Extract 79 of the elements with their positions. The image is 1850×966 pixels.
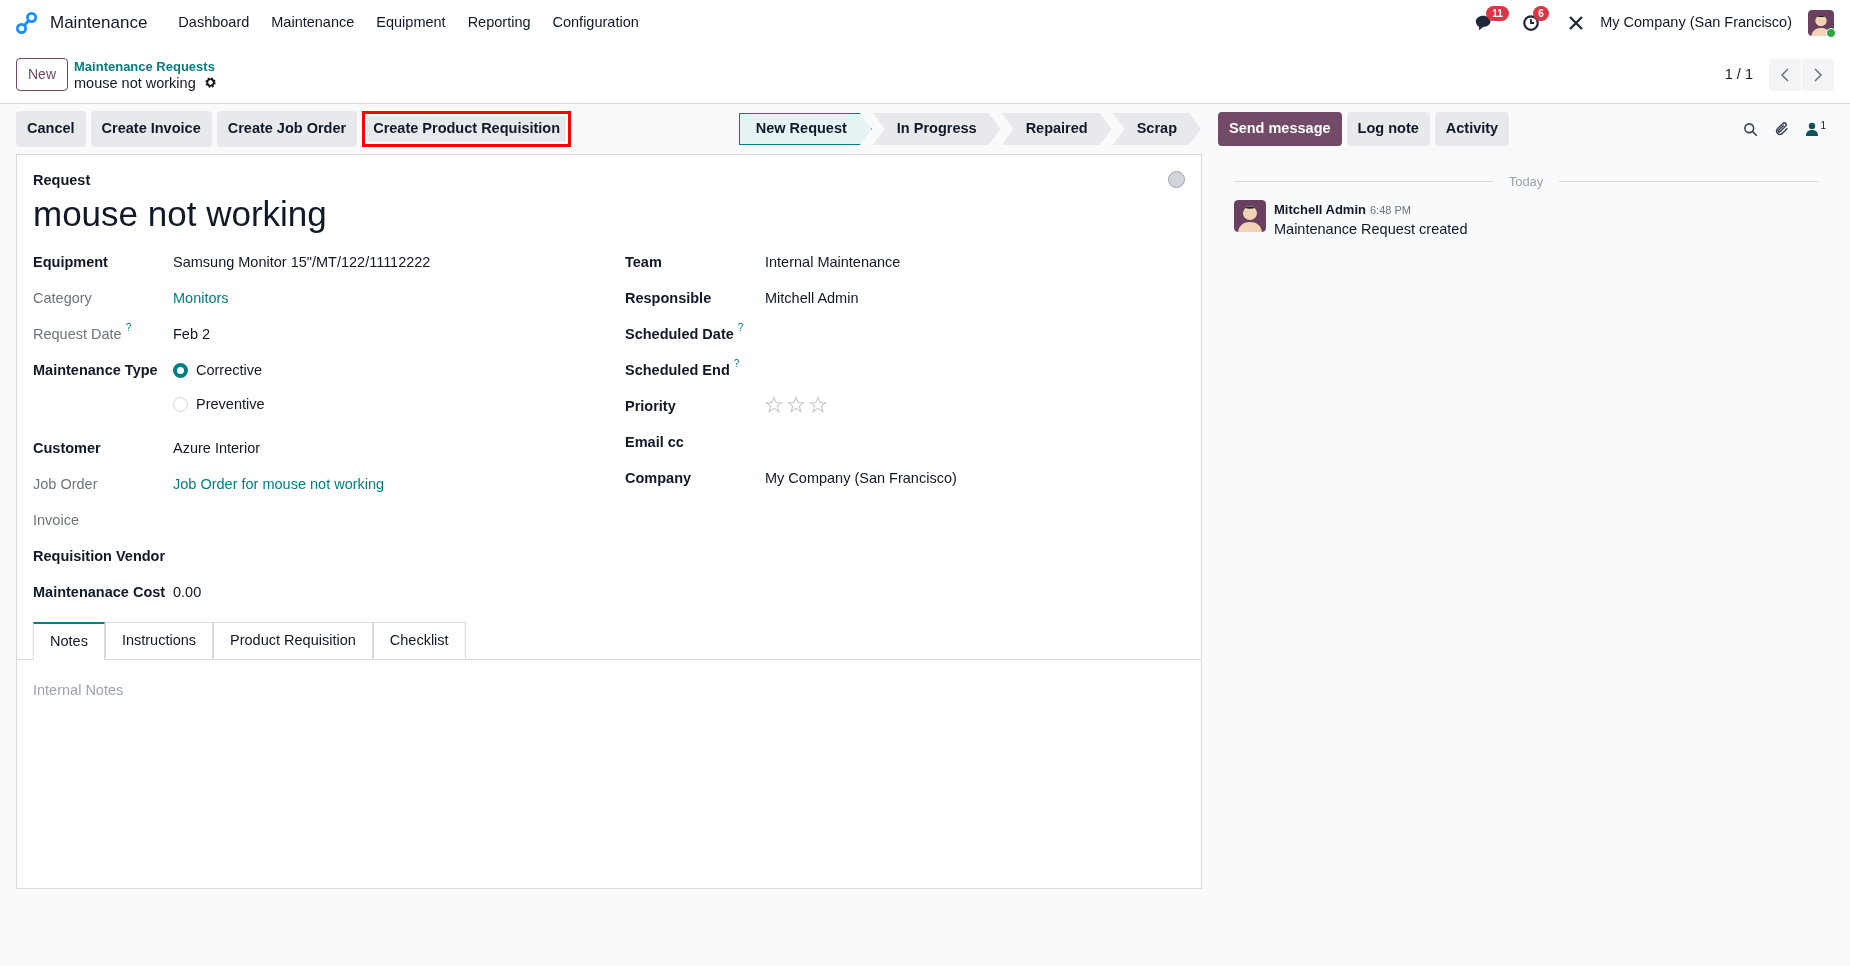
app-name[interactable]: Maintenance	[50, 10, 148, 36]
online-status-icon	[1826, 28, 1836, 38]
field-label: Team	[625, 252, 662, 272]
menu-item[interactable]: Reporting	[456, 12, 542, 34]
field-label: Scheduled End	[625, 360, 730, 380]
chatter-button[interactable]: Send message	[1218, 112, 1342, 146]
star-icon[interactable]	[787, 395, 805, 414]
chatter-button[interactable]: Log note	[1346, 112, 1430, 146]
field-label: Invoice	[33, 510, 79, 530]
chevron-right-icon	[1813, 67, 1823, 82]
field-label: Category	[33, 288, 92, 308]
record-name: mouse not working	[74, 74, 196, 91]
menu-item[interactable]: Configuration	[541, 12, 650, 34]
stage-button[interactable]: In Progress	[872, 113, 1001, 145]
search-icon[interactable]	[1743, 121, 1759, 137]
field-value: 0.00	[173, 583, 202, 600]
company-switcher[interactable]: My Company (San Francisco)	[1600, 12, 1792, 34]
stage-button[interactable]: Repaired	[1001, 113, 1112, 145]
author-avatar	[1234, 199, 1266, 232]
app-logo-icon	[16, 12, 38, 34]
gear-icon[interactable]	[203, 76, 217, 89]
action-button[interactable]: Create Invoice	[90, 111, 212, 147]
action-button[interactable]: Cancel	[16, 111, 86, 147]
form-tab[interactable]: Instructions	[104, 621, 214, 660]
notification-badge: 11	[1486, 6, 1509, 21]
chatter-button[interactable]: Activity	[1434, 112, 1510, 146]
field-label: Request Date	[33, 324, 122, 344]
field-label: Email cc	[625, 432, 684, 452]
breadcrumb-link[interactable]: Maintenance Requests	[74, 58, 217, 75]
record-title: mouse not working	[33, 192, 328, 235]
field-label: Responsible	[625, 288, 712, 308]
notification-badge: 6	[1533, 6, 1549, 21]
radio-label: Corrective	[196, 360, 263, 380]
followers-count: 1	[1820, 119, 1826, 133]
message-body: Maintenance Request created	[1274, 220, 1468, 239]
pager-value[interactable]: 1 / 1	[1724, 63, 1753, 86]
star-icon[interactable]	[765, 395, 783, 414]
chevron-left-icon	[1780, 67, 1790, 82]
paperclip-icon[interactable]	[1774, 121, 1791, 137]
field-label: Equipment	[33, 252, 108, 272]
form-tab[interactable]: Checklist	[372, 621, 466, 660]
field-value: Feb 2	[173, 325, 211, 342]
field-value: Samsung Monitor 15"/MT/122/11112222	[173, 253, 431, 270]
field-label: Priority	[625, 396, 676, 416]
help-icon[interactable]: ?	[733, 355, 740, 371]
form-tab[interactable]: Notes	[33, 621, 105, 660]
help-icon[interactable]: ?	[125, 319, 132, 335]
help-icon[interactable]: ?	[737, 319, 744, 335]
field-link[interactable]: Monitors	[173, 289, 229, 306]
field-value: Azure Interior	[173, 439, 261, 456]
title-label: Request	[33, 171, 92, 190]
field-value: My Company (San Francisco)	[765, 469, 957, 486]
follower-icon[interactable]	[1806, 122, 1819, 136]
field-label: Customer	[33, 438, 101, 458]
stage-button[interactable]: New Request	[738, 113, 872, 145]
field-label: Requisition Vendor	[33, 546, 166, 566]
field-label: Maintenanace Cost	[33, 582, 166, 602]
action-button[interactable]: Create Job Order	[216, 111, 358, 147]
field-label: Company	[625, 468, 692, 488]
user-avatar	[1808, 10, 1834, 36]
star-icon[interactable]	[809, 395, 827, 414]
form-tab[interactable]: Product Requisition	[213, 621, 373, 660]
message-time: 6:48 PM	[1369, 202, 1411, 218]
field-label: Job Order	[33, 474, 98, 494]
field-label: Maintenance Type	[33, 360, 158, 380]
menu-item[interactable]: Equipment	[365, 12, 457, 34]
action-button[interactable]: Create Product Requisition	[362, 111, 572, 147]
menu-item[interactable]: Dashboard	[167, 12, 261, 34]
menu-item[interactable]: Maintenance	[260, 12, 366, 34]
field-value: Internal Maintenance	[765, 253, 901, 270]
field-label: Scheduled Date	[625, 324, 734, 344]
radio-button[interactable]	[173, 363, 188, 379]
radio-label: Preventive	[196, 394, 265, 414]
field-value: Mitchell Admin	[765, 289, 859, 306]
stage-button[interactable]: Scrap	[1112, 113, 1201, 145]
message-author: Mitchell Admin	[1274, 200, 1366, 219]
field-link[interactable]: Job Order for mouse not working	[173, 475, 385, 492]
date-separator: Today	[1507, 173, 1545, 191]
new-button[interactable]: New	[16, 58, 68, 91]
